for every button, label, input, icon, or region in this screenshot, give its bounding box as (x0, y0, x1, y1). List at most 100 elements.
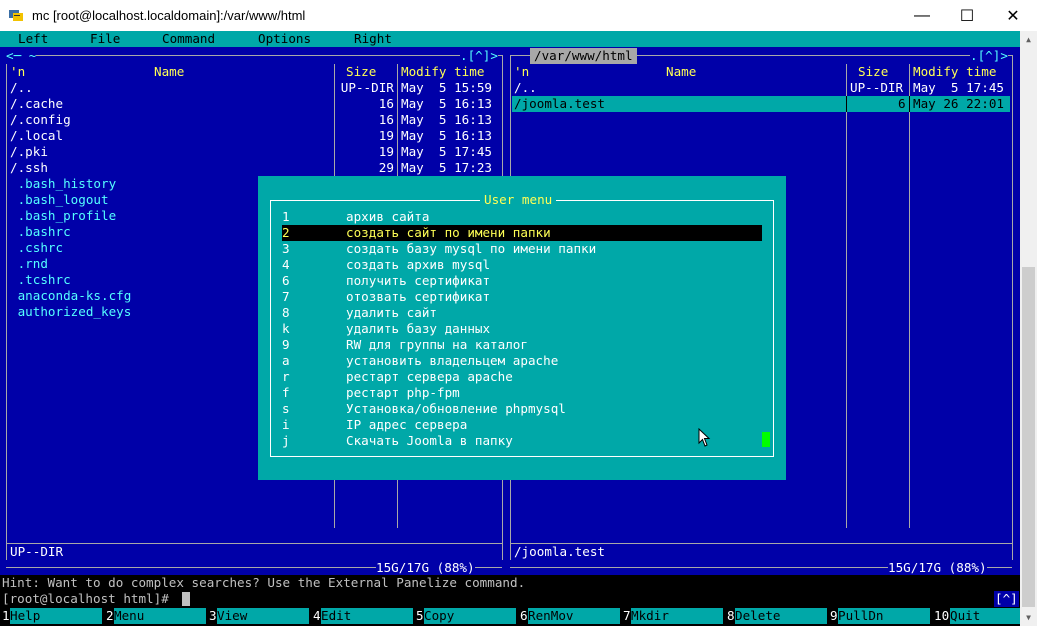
user-menu-item-label[interactable]: создать базу mysql по имени папки (346, 241, 596, 257)
left-row-name[interactable]: authorized_keys (10, 304, 132, 320)
fkey-label: Edit (321, 608, 413, 624)
fkey-label: PullDn (838, 608, 930, 624)
left-row-name[interactable]: .cshrc (10, 240, 64, 256)
window-scrollbar[interactable]: ▲ ▼ (1020, 31, 1037, 626)
left-status: UP--DIR (10, 544, 64, 559)
left-col-size[interactable]: Size (346, 64, 376, 80)
fkey-help[interactable]: 1 Help (2, 608, 104, 624)
right-col-sort[interactable]: 'n (514, 64, 529, 80)
fkey-quit[interactable]: 10 Quit (934, 608, 1020, 624)
dialog-title: User menu (480, 192, 557, 208)
left-row-name[interactable]: anaconda-ks.cfg (10, 288, 132, 304)
user-menu-item-key[interactable]: 1 (282, 209, 290, 225)
left-col-name[interactable]: Name (154, 64, 184, 80)
scroll-down-icon[interactable]: ▼ (1020, 609, 1037, 626)
user-menu-item-key[interactable]: s (282, 401, 290, 417)
maximize-button[interactable]: ☐ (944, 0, 990, 31)
left-row-name[interactable]: .bash_profile (10, 208, 117, 224)
left-row-size: 29 (378, 160, 394, 175)
user-menu-item-key[interactable]: j (282, 433, 290, 449)
left-panel-history[interactable]: <─ ~ (6, 48, 37, 64)
user-menu-item-key[interactable]: 4 (282, 257, 290, 273)
user-menu-item-key[interactable]: 7 (282, 289, 290, 305)
fkey-delete[interactable]: 8 Delete (727, 608, 829, 624)
menu-command[interactable]: Command (162, 31, 215, 47)
left-row-name[interactable]: /.pki (10, 144, 48, 160)
left-row-name[interactable]: /.ssh (10, 160, 48, 176)
minimize-button[interactable]: — (899, 0, 945, 31)
user-menu-item-label[interactable]: Установка/обновление phpmysql (346, 401, 566, 417)
user-menu-item-label[interactable]: удалить сайт (346, 305, 437, 321)
close-button[interactable]: ✕ (990, 0, 1036, 31)
scrollbar-thumb[interactable] (1022, 267, 1035, 607)
fkey-number: 6 (520, 608, 528, 623)
left-col-time[interactable]: Modify time (401, 64, 484, 80)
user-menu-item-label[interactable]: RW для группы на каталог (346, 337, 528, 353)
user-menu-item-key[interactable]: r (282, 369, 290, 385)
user-menu-item-key[interactable]: 9 (282, 337, 290, 353)
user-menu-item-key[interactable]: f (282, 385, 290, 401)
user-menu-item-label[interactable]: создать архив mysql (346, 257, 490, 273)
user-menu-item-label[interactable]: установить владельцем apache (346, 353, 558, 369)
fkey-menu[interactable]: 2 Menu (106, 608, 208, 624)
fkey-pulldn[interactable]: 9 PullDn (830, 608, 932, 624)
user-menu-item-key[interactable]: a (282, 353, 290, 369)
user-menu-item-label[interactable]: получить сертификат (346, 273, 490, 289)
menu-options[interactable]: Options (258, 31, 311, 47)
user-menu-item-label[interactable]: архив сайта (346, 209, 429, 225)
user-menu-item-label[interactable]: рестарт сервера apache (346, 369, 513, 385)
right-row-size: UP--DIR (850, 80, 904, 95)
user-menu-item-label[interactable]: удалить базу данных (346, 321, 490, 337)
fkey-number: 3 (209, 608, 217, 623)
left-row-size: UP--DIR (340, 80, 394, 95)
user-menu-item-key[interactable]: 2 (282, 225, 290, 241)
close-icon: ✕ (1006, 7, 1020, 25)
command-line[interactable]: [root@localhost html]# [^] (0, 591, 1020, 607)
menu-file[interactable]: File (90, 31, 120, 47)
fkey-mkdir[interactable]: 7 Mkdir (623, 608, 725, 624)
right-col-size[interactable]: Size (858, 64, 888, 80)
fkey-copy[interactable]: 5 Copy (416, 608, 518, 624)
user-menu-item-label[interactable]: Скачать Joomla в папку (346, 433, 513, 449)
mc-menubar: Left File Command Options Right (0, 31, 1020, 47)
user-menu-item-label[interactable]: создать сайт по имени папки (346, 225, 551, 241)
user-menu-item-key[interactable]: 3 (282, 241, 290, 257)
right-col-time[interactable]: Modify time (913, 64, 996, 80)
left-row-name[interactable]: .bash_logout (10, 192, 109, 208)
right-row-size: 6 (898, 96, 906, 111)
left-row-name[interactable]: .bashrc (10, 224, 71, 240)
left-row-name[interactable]: .tcshrc (10, 272, 71, 288)
fkey-number: 8 (727, 608, 735, 623)
menu-right[interactable]: Right (354, 31, 392, 47)
fkey-edit[interactable]: 4 Edit (313, 608, 415, 624)
user-menu-item-label[interactable]: IP адрес сервера (346, 417, 467, 433)
user-menu-item-key[interactable]: 8 (282, 305, 290, 321)
right-panel-hotlist[interactable]: .[^]> (970, 48, 1008, 64)
fkey-view[interactable]: 3 View (209, 608, 311, 624)
right-row-name[interactable]: /.. (514, 80, 537, 96)
left-row-time: May 5 15:59 (401, 80, 492, 95)
left-row-name[interactable]: /.config (10, 112, 71, 128)
user-menu-item-key[interactable]: i (282, 417, 290, 433)
user-menu-item-key[interactable]: k (282, 321, 290, 337)
user-menu-item-key[interactable]: 6 (282, 273, 290, 289)
left-row-name[interactable]: .rnd (10, 256, 48, 272)
left-row-name[interactable]: /.. (10, 80, 33, 96)
left-panel-hotlist[interactable]: .[^]> (460, 48, 498, 64)
left-row-name[interactable]: /.cache (10, 96, 63, 112)
panel-hotlist-button[interactable]: [^] (994, 591, 1019, 607)
user-menu-item-label[interactable]: отозвать сертификат (346, 289, 490, 305)
left-row-name[interactable]: /.local (10, 128, 63, 144)
fkey-number: 9 (830, 608, 838, 623)
user-menu-item-label[interactable]: рестарт php-fpm (346, 385, 460, 401)
menu-left[interactable]: Left (18, 31, 48, 47)
scroll-up-icon[interactable]: ▲ (1020, 31, 1037, 48)
left-row-name[interactable]: .bash_history (10, 176, 117, 192)
left-col-sort[interactable]: 'n (10, 64, 25, 80)
left-row-time: May 5 16:13 (401, 96, 492, 111)
fkey-number: 5 (416, 608, 424, 623)
right-row-name[interactable]: /joomla.test (514, 96, 605, 112)
right-col-name[interactable]: Name (666, 64, 696, 80)
right-panel-path[interactable]: /var/www/html (530, 48, 637, 64)
fkey-renmov[interactable]: 6 RenMov (520, 608, 622, 624)
